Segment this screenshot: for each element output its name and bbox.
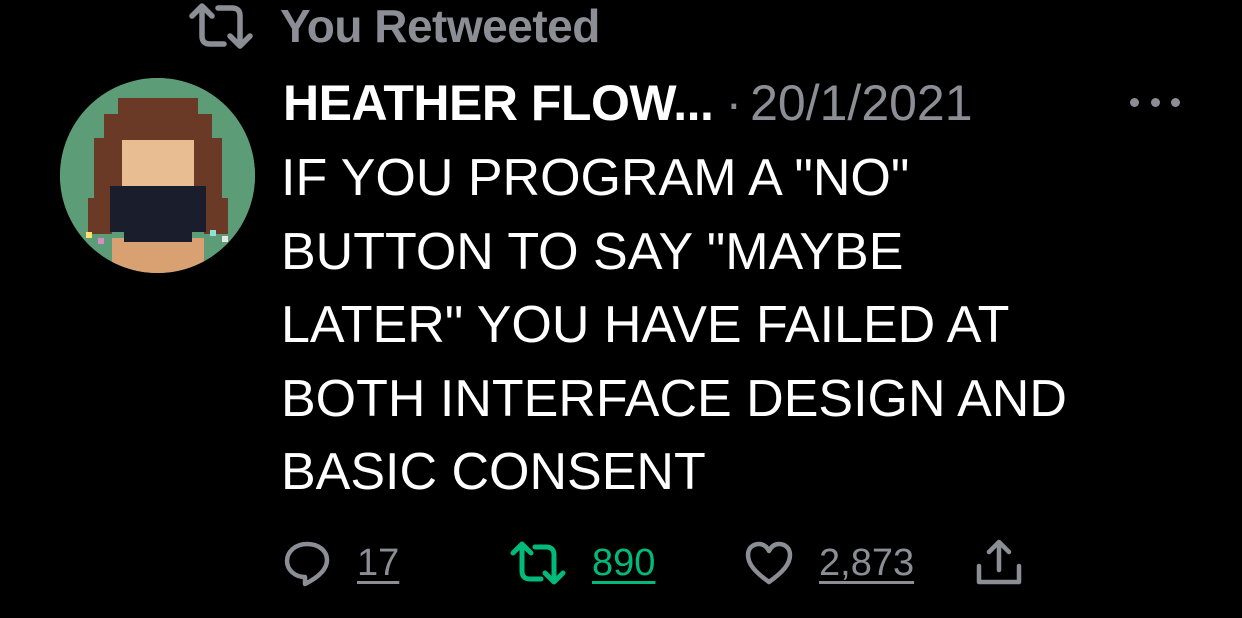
tweet-actions: 17 890 2,873 (0, 535, 1242, 591)
reply-button[interactable]: 17 (283, 535, 399, 591)
reply-icon (283, 539, 331, 587)
retweet-icon (510, 541, 566, 585)
author-name[interactable]: HEATHER FLOW... (283, 74, 714, 132)
tweet-date[interactable]: 20/1/2021 (750, 74, 972, 132)
retweet-button[interactable]: 890 (510, 535, 655, 591)
tweet-text: IF YOU PROGRAM A "NO" BUTTON TO SAY "MAY… (281, 142, 1181, 510)
pixel-art-avatar (60, 78, 255, 273)
more-dot-icon (1150, 97, 1160, 107)
share-icon (974, 538, 1024, 588)
like-button[interactable]: 2,873 (745, 535, 914, 591)
tweet-header: HEATHER FLOW... · 20/1/2021 (283, 72, 973, 134)
tweet-text-line: IF YOU PROGRAM A "NO" (281, 149, 910, 207)
separator-dot: · (725, 75, 743, 131)
retweet-count: 890 (592, 541, 656, 584)
share-button[interactable] (974, 535, 1024, 591)
more-dot-icon (1130, 97, 1139, 107)
tweet-text-line: BUTTON TO SAY "MAYBE (281, 222, 904, 281)
tweet-text-line: BASIC CONSENT (281, 443, 706, 501)
reply-count: 17 (357, 541, 400, 584)
like-count: 2,873 (819, 541, 915, 584)
tweet-text-line: LATER" YOU HAVE FAILED AT (281, 296, 1010, 354)
more-options-button[interactable] (1130, 90, 1180, 114)
avatar[interactable] (60, 78, 255, 273)
heart-icon (745, 541, 793, 585)
retweet-context-label: You Retweeted (280, 0, 600, 52)
tweet-text-line: BOTH INTERFACE DESIGN AND (281, 369, 1067, 428)
retweet-context: You Retweeted (188, 0, 600, 52)
retweet-icon (188, 2, 254, 50)
more-dot-icon (1171, 97, 1180, 107)
